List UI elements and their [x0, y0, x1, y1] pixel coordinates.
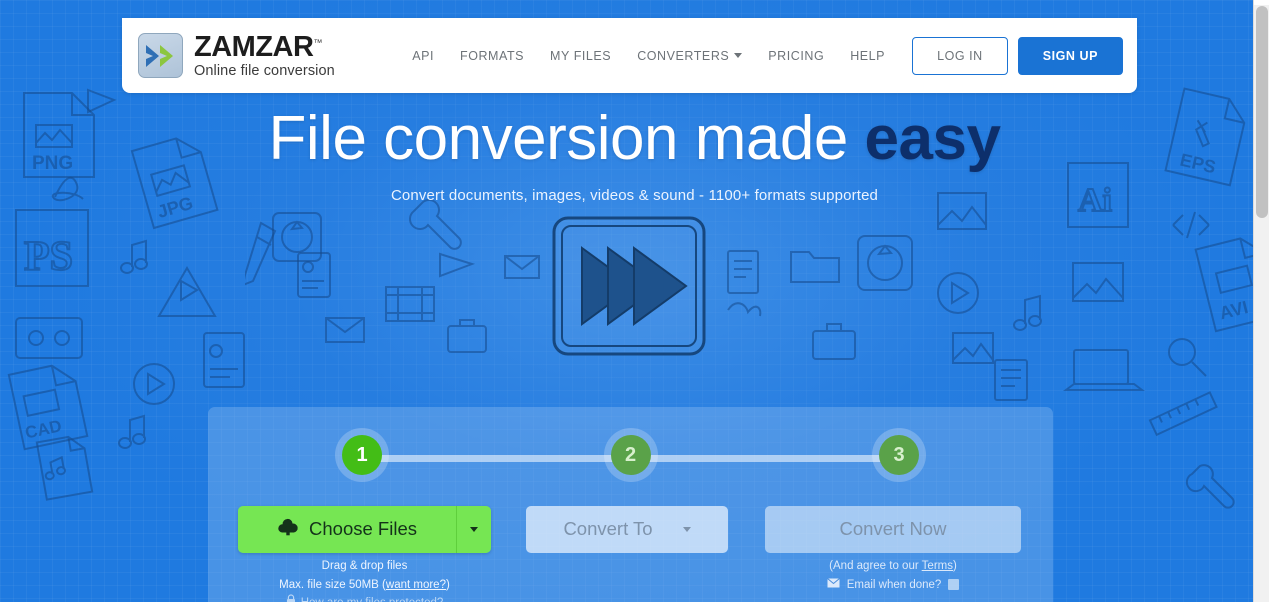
terms-link[interactable]: Terms — [922, 560, 953, 572]
site-header: ZAMZAR™ Online file conversion API FORMA… — [122, 18, 1137, 93]
music-note-doodle — [120, 239, 148, 274]
convert-notes: (And agree to our Terms) Email when done… — [765, 557, 1021, 594]
refresh2-doodle — [857, 235, 913, 291]
envelope-doodle — [325, 317, 365, 343]
terms-suffix: ) — [952, 560, 957, 572]
nav-item-converters[interactable]: CONVERTERS — [624, 41, 755, 71]
chevron-down-icon — [470, 526, 478, 532]
chevron-down-icon — [734, 53, 743, 58]
wrench2-doodle — [1185, 464, 1235, 509]
bird-doodle — [727, 302, 762, 317]
nav-label: FORMATS — [460, 48, 525, 63]
brand-trademark: ™ — [313, 37, 322, 48]
choose-files-group: Choose Files — [238, 505, 491, 553]
files-protected-label: How are my files protected? — [301, 594, 444, 602]
convert-now-button[interactable]: Convert Now — [765, 505, 1021, 553]
contact2-doodle — [297, 252, 331, 298]
email-when-done-label: Email when done? — [846, 578, 942, 591]
hero-subtitle: Convert documents, images, videos & soun… — [390, 187, 879, 205]
cloud-upload-icon — [277, 518, 299, 541]
log-in-button[interactable]: LOG IN — [912, 36, 1008, 75]
music2-doodle — [1013, 294, 1042, 331]
play3-doodle — [133, 363, 175, 405]
convert-to-button[interactable]: Convert To — [526, 505, 728, 553]
magnifier-doodle — [1168, 338, 1207, 377]
main-navigation: API FORMATS MY FILES CONVERTERS PRICING … — [399, 36, 1123, 75]
step-3-badge[interactable]: 3 — [879, 435, 919, 475]
nav-label: API — [412, 48, 435, 63]
brand-logo[interactable]: ZAMZAR™ Online file conversion — [138, 30, 335, 79]
sign-up-button[interactable]: SIGN UP — [1017, 36, 1123, 75]
folder-doodle — [790, 251, 840, 283]
music3-doodle — [118, 414, 146, 449]
photoshop-doodle: PS — [15, 209, 89, 287]
email-when-done-row[interactable]: Email when done? — [765, 576, 1021, 595]
doc-stack-doodle — [994, 359, 1028, 401]
envelope2-doodle — [504, 255, 540, 279]
nav-item-help[interactable]: HELP — [837, 41, 898, 71]
chevron-down-icon — [682, 526, 691, 532]
email-when-done-checkbox[interactable] — [948, 579, 960, 591]
drag-drop-hint: Drag & drop files — [321, 560, 408, 572]
brand-name: ZAMZAR — [194, 30, 314, 63]
laptop-doodle — [1063, 349, 1145, 391]
lock-icon — [286, 594, 296, 602]
choose-files-label: Choose Files — [309, 518, 417, 539]
page-title: File conversion made easy — [0, 104, 1269, 173]
page-scrollbar[interactable] — [1253, 0, 1269, 602]
step-2-badge[interactable]: 2 — [610, 435, 651, 475]
brand-tagline: Online file conversion — [194, 62, 335, 79]
converter-panel: 1 2 3 Choose Files Convert To Convert No… — [208, 407, 1053, 602]
nav-label: CONVERTERS — [637, 48, 730, 63]
nav-label: HELP — [850, 48, 886, 63]
contact-card-doodle — [203, 332, 245, 388]
hero-section: File conversion made easy Convert docume… — [0, 104, 1269, 205]
image3-doodle — [1072, 262, 1124, 302]
nav-item-formats[interactable]: FORMATS — [447, 41, 537, 71]
hero-illustration — [548, 212, 710, 360]
play2-doodle — [937, 272, 979, 314]
envelope-icon — [826, 576, 840, 595]
briefcase2-doodle — [812, 323, 856, 360]
triangle-play-doodle — [157, 266, 217, 317]
scrollbar-track-cap — [1254, 0, 1269, 5]
converter-buttons-row: Choose Files Convert To Convert Now — [208, 503, 1053, 555]
choose-files-button[interactable]: Choose Files — [238, 505, 457, 553]
want-more-link[interactable]: want more? — [386, 579, 446, 591]
nav-item-my-files[interactable]: MY FILES — [537, 41, 624, 71]
double-chevron-icon — [138, 33, 183, 78]
nav-item-pricing[interactable]: PRICING — [755, 41, 837, 71]
max-file-size-hint: Max. file size 50MB (want more?) — [238, 576, 491, 595]
convert-to-label: Convert To — [563, 518, 653, 539]
briefcase-doodle — [447, 319, 487, 353]
nav-label: PRICING — [768, 48, 825, 63]
choose-files-dropdown-button[interactable] — [457, 505, 491, 553]
sound-file-doodle — [35, 435, 94, 501]
step-indicator: 1 2 3 — [208, 407, 1053, 503]
files-protected-row[interactable]: How are my files protected? — [238, 594, 491, 602]
ruler-doodle — [1148, 391, 1218, 437]
nav-item-api[interactable]: API — [399, 41, 447, 71]
svg-text:AVI: AVI — [1217, 297, 1250, 323]
step-1-badge[interactable]: 1 — [342, 435, 382, 475]
scrollbar-thumb[interactable] — [1256, 6, 1268, 218]
max-size-prefix: Max. file size 50MB ( — [279, 578, 386, 591]
terms-prefix: (And agree to our — [829, 560, 922, 572]
camera-doodle — [439, 252, 476, 278]
max-size-suffix: ) — [445, 578, 450, 591]
svg-text:PS: PS — [24, 234, 73, 280]
nav-label: MY FILES — [550, 48, 612, 63]
hero-title-plain: File conversion made — [268, 104, 865, 173]
upload-notes: Drag & drop files Max. file size 50MB (w… — [238, 557, 491, 602]
terms-agreement: (And agree to our Terms) — [765, 557, 1021, 576]
hero-title-accent: easy — [864, 104, 1001, 173]
